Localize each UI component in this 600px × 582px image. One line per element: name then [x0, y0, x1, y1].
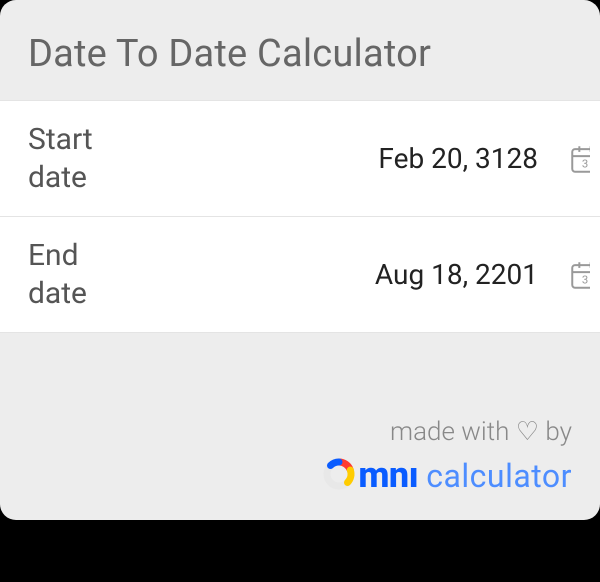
start-date-row[interactable]: Start date Feb 20, 3128 3	[0, 100, 600, 216]
end-date-value[interactable]: Aug 18, 2201	[144, 258, 552, 291]
header: Date To Date Calculator	[0, 0, 600, 100]
input-rows: Start date Feb 20, 3128 3 End date Aug 1…	[0, 100, 600, 333]
brand-name: mnı	[358, 454, 418, 496]
brand-logo[interactable]: mnı calculator	[322, 453, 572, 496]
start-date-value[interactable]: Feb 20, 3128	[144, 142, 552, 175]
omni-ring-icon	[322, 457, 356, 491]
svg-text:3: 3	[582, 272, 588, 286]
calendar-icon[interactable]: 3	[568, 142, 590, 176]
footer-tagline: made with ♡ by	[322, 417, 572, 447]
brand-sub: calculator	[426, 457, 572, 495]
end-date-label: End date	[28, 237, 128, 312]
page-title: Date To Date Calculator	[28, 32, 572, 76]
calendar-icon[interactable]: 3	[568, 258, 590, 292]
start-date-label: Start date	[28, 121, 128, 196]
svg-text:3: 3	[582, 156, 588, 170]
calculator-card: Date To Date Calculator Start date Feb 2…	[0, 0, 600, 520]
end-date-row[interactable]: End date Aug 18, 2201 3	[0, 216, 600, 332]
footer: made with ♡ by mnı calculator	[322, 417, 572, 496]
